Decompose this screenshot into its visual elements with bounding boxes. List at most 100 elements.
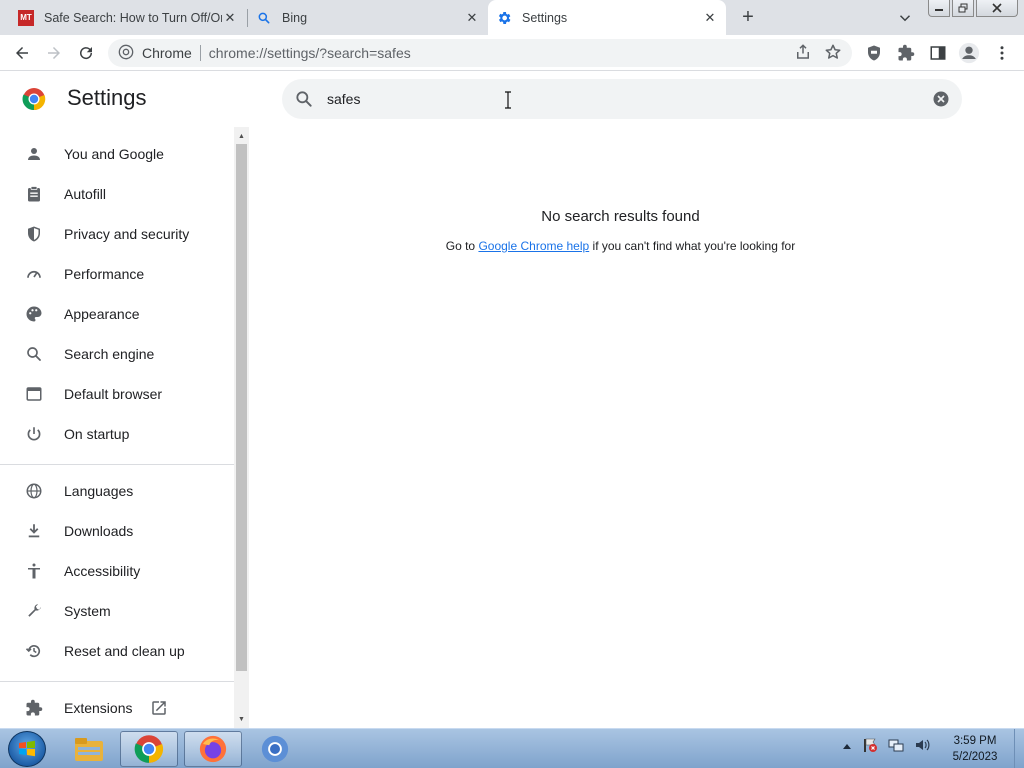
tray-expand-icon[interactable] [842,739,852,757]
sidebar-item-label: Performance [64,266,145,282]
palette-icon [24,304,44,324]
chrome-icon [118,44,134,63]
show-desktop-button[interactable] [1014,729,1024,768]
back-arrow-icon[interactable] [10,41,34,65]
sidebar-item-label: Reset and clean up [64,643,185,659]
kebab-menu-icon[interactable] [990,41,1014,65]
shield-icon [24,224,44,244]
sidebar-item-label: On startup [64,426,130,442]
help-message: Go to Google Chrome help if you can't fi… [249,239,992,253]
clear-search-icon[interactable] [932,90,950,108]
sidebar-item-label: Privacy and security [64,226,190,242]
forward-arrow-icon[interactable] [42,41,66,65]
tab-settings[interactable]: Settings ✕ [488,0,726,35]
page-title: Settings [67,85,147,110]
sidebar-divider [0,681,234,682]
sidebar-item-system[interactable]: System [0,591,234,631]
person-icon [24,144,44,164]
tab-close-button[interactable]: ✕ [702,10,718,26]
search-icon [24,344,44,364]
sidebar-item-reset-and-clean-up[interactable]: Reset and clean up [0,631,234,671]
sidebar-item-label: Extensions [64,700,133,716]
sidebar-item-label: Search engine [64,346,155,362]
sidebar-item-label: Accessibility [64,563,141,579]
minimize-button[interactable] [928,0,950,17]
power-icon [24,424,44,444]
side-panel-icon[interactable] [926,41,950,65]
sidebar-item-label: You and Google [64,146,164,162]
reload-icon[interactable] [74,41,98,65]
sidebar-divider [0,464,234,465]
sidebar-item-downloads[interactable]: Downloads [0,511,234,551]
taskbar-file-explorer[interactable] [60,731,118,767]
restore-button[interactable] [952,0,974,17]
profile-avatar-icon[interactable] [957,41,981,65]
folder-icon [75,738,103,761]
search-input[interactable] [327,91,887,107]
tab-close-button[interactable]: ✕ [464,10,480,26]
sidebar-item-you-and-google[interactable]: You and Google [0,134,234,174]
scrollbar-thumb[interactable] [236,144,247,671]
search-icon [294,89,314,109]
clipboard-icon [24,184,44,204]
share-icon[interactable] [794,43,812,64]
chrome-help-link[interactable]: Google Chrome help [478,239,589,253]
taskbar-chrome[interactable] [120,731,178,767]
tab-title: Bing [282,10,308,25]
sidebar-item-accessibility[interactable]: Accessibility [0,551,234,591]
network-icon[interactable] [888,737,904,758]
sidebar-item-on-startup[interactable]: On startup [0,414,234,454]
url-text[interactable]: chrome://settings/?search=safes [209,45,411,61]
sidebar-item-appearance[interactable]: Appearance [0,294,234,334]
volume-icon[interactable] [914,737,930,758]
system-tray [842,737,930,758]
sidebar-item-label: Autofill [64,186,107,202]
scroll-down-arrow-icon[interactable]: ▼ [236,713,247,725]
clock-date: 5/2/2023 [952,751,998,763]
sidebar-item-extensions[interactable]: Extensions [0,688,234,728]
omnibox-divider [199,45,201,61]
no-results-message: No search results found [541,208,700,225]
help-suffix: if you can't find what you're looking fo… [592,239,796,253]
puzzle-icon [24,698,44,718]
text-cursor-icon [503,91,513,109]
sidebar-item-search-engine[interactable]: Search engine [0,334,234,374]
extensions-puzzle-icon[interactable] [894,41,918,65]
address-bar[interactable]: Chrome chrome://settings/?search=safes [108,39,852,67]
tab-strip: MT Safe Search: How to Turn Off/On ✕ Bin… [0,0,1024,35]
settings-search[interactable] [282,79,962,119]
window-close-button[interactable] [976,0,1018,17]
search-icon [256,10,272,26]
sidebar-item-autofill[interactable]: Autofill [0,174,234,214]
windows-logo-icon [19,740,35,757]
tab-close-button[interactable]: ✕ [222,10,238,26]
wrench-icon [24,601,44,621]
sidebar-item-performance[interactable]: Performance [0,254,234,294]
action-center-flag-icon[interactable] [862,737,878,758]
taskbar-clock[interactable]: 3:59 PM 5/2/2023 [940,733,1010,765]
site-label: Chrome [142,45,192,61]
sidebar-scrollbar[interactable]: ▲ ▼ [234,127,249,728]
start-button[interactable] [8,731,46,767]
bookmark-star-icon[interactable] [824,43,842,64]
scroll-up-arrow-icon[interactable]: ▲ [236,130,247,142]
sidebar-item-label: System [64,603,111,619]
gear-icon [496,10,512,26]
new-tab-button[interactable]: + [737,6,759,28]
settings-sidebar: You and Google Autofill Privacy and secu… [0,127,234,728]
taskbar-chromium[interactable] [246,731,304,767]
sidebar-item-languages[interactable]: Languages [0,471,234,511]
mt-favicon-icon: MT [18,9,34,26]
sidebar-item-privacy-and-security[interactable]: Privacy and security [0,214,234,254]
tab-safe-search[interactable]: MT Safe Search: How to Turn Off/On ✕ [12,0,244,35]
tab-search-chevron-icon[interactable] [896,9,914,27]
chromium-icon [261,735,289,763]
chrome-icon [134,735,164,763]
site-info[interactable]: Chrome [118,44,192,63]
shield-extension-icon[interactable] [862,41,886,65]
speedometer-icon [24,264,44,284]
sidebar-item-default-browser[interactable]: Default browser [0,374,234,414]
sidebar-item-label: Appearance [64,306,140,322]
tab-bing[interactable]: Bing ✕ [250,0,486,35]
taskbar-firefox[interactable] [184,731,242,767]
